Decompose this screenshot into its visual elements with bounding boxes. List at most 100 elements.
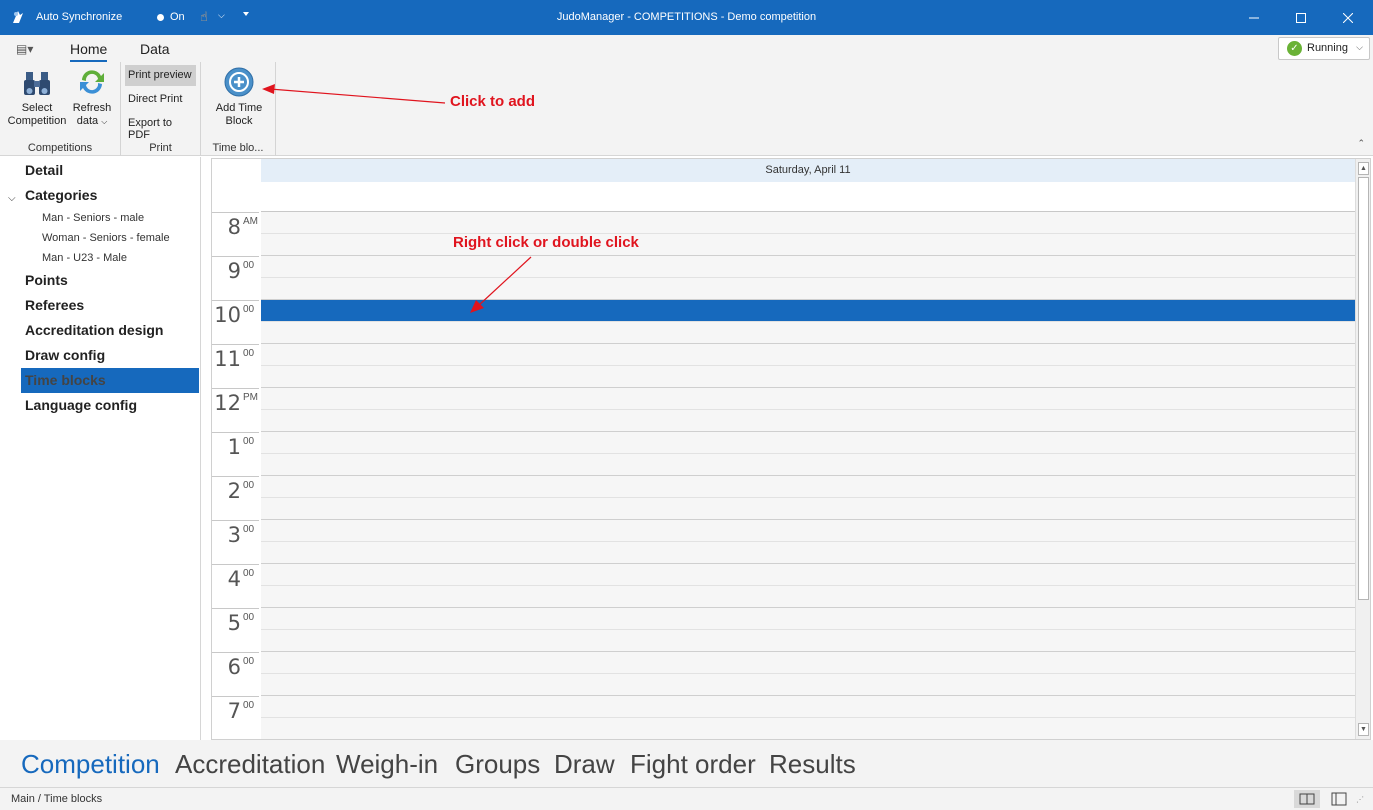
minimize-icon [1249, 17, 1259, 18]
selected-time-slot[interactable] [261, 300, 1355, 322]
scroll-up-icon[interactable]: ▲ [1358, 162, 1369, 175]
select-competition-label-2: Competition [7, 115, 67, 127]
add-time-block-button[interactable]: Add Time Block [211, 66, 267, 128]
nav-item-language-config[interactable]: Language config [21, 393, 199, 418]
nav-item-detail[interactable]: Detail [21, 158, 199, 183]
time-slot[interactable] [261, 432, 1355, 454]
nav-category-item[interactable]: Man - U23 - Male [42, 252, 127, 264]
time-slot[interactable] [261, 630, 1355, 652]
time-slot[interactable] [261, 652, 1355, 674]
hour-suffix: AM [243, 216, 258, 227]
maximize-button[interactable] [1278, 0, 1324, 35]
day-scheduler: Saturday, April 11 8 AM 9 00 10 00 11 00 12 PM 1 00… [211, 158, 1371, 740]
check-icon: ✓ [1287, 41, 1302, 56]
hour-number: 3 [227, 523, 241, 547]
hour-label: 9 00 [212, 256, 259, 300]
reading-view-button[interactable] [1294, 790, 1320, 808]
module-bar: Competition Accreditation Weigh-in Group… [0, 740, 1373, 787]
time-slot[interactable] [261, 476, 1355, 498]
select-competition-button[interactable]: Select Competition [6, 66, 68, 128]
tab-data[interactable]: Data [140, 41, 170, 57]
time-slot[interactable] [261, 608, 1355, 630]
running-status-button[interactable]: ✓ Running ⌵ [1278, 37, 1370, 60]
time-slot[interactable] [261, 234, 1355, 256]
nav-item-points[interactable]: Points [21, 268, 199, 293]
module-accreditation[interactable]: Accreditation [175, 749, 325, 780]
time-slot[interactable] [261, 674, 1355, 696]
nav-item-time-blocks[interactable]: Time blocks [21, 368, 199, 393]
time-slot[interactable] [261, 256, 1355, 278]
maximize-icon [1296, 12, 1306, 23]
export-to-pdf-button[interactable]: Export to PDF [125, 113, 196, 141]
hour-label: 1 00 [212, 432, 259, 476]
hour-label: 4 00 [212, 564, 259, 608]
minimize-button[interactable] [1231, 0, 1277, 35]
hour-number: 2 [227, 479, 241, 503]
time-slot[interactable] [261, 344, 1355, 366]
hour-suffix: 00 [243, 260, 255, 271]
vertical-scrollbar[interactable]: ▲ ▼ [1355, 159, 1370, 739]
hour-label: 8 AM [212, 212, 259, 256]
module-draw[interactable]: Draw [554, 749, 615, 780]
time-ruler: 8 AM 9 00 10 00 11 00 12 PM 1 00 2 00 3 00 4 00 5 00 6 00 7 00 [212, 212, 261, 739]
time-slot[interactable] [261, 586, 1355, 608]
app-menu-icon[interactable]: ▤▾ [16, 42, 33, 56]
refresh-data-label-2: data [76, 115, 99, 127]
time-slot[interactable] [261, 278, 1355, 300]
hour-label: 10 00 [212, 300, 259, 344]
right-click-annotation: Right click or double click [453, 234, 639, 251]
print-preview-button[interactable]: Print preview [125, 65, 196, 86]
time-slot[interactable] [261, 696, 1355, 718]
time-slot[interactable] [261, 498, 1355, 520]
direct-print-button[interactable]: Direct Print [125, 89, 196, 110]
scrollbar-thumb[interactable] [1358, 177, 1369, 600]
time-slot[interactable] [261, 542, 1355, 564]
close-button[interactable] [1325, 0, 1371, 35]
collapse-ribbon-icon[interactable]: ⌃ [1357, 138, 1365, 149]
ribbon: Select Competition Refresh data ⌵ Compet… [0, 62, 1373, 156]
nav-item-draw-config[interactable]: Draw config [21, 343, 199, 368]
scroll-down-icon[interactable]: ▼ [1358, 723, 1369, 736]
timeblocks-group-label: Time blo... [212, 142, 264, 154]
nav-category-item[interactable]: Woman - Seniors - female [42, 232, 170, 244]
hour-suffix: 00 [243, 480, 255, 491]
module-groups[interactable]: Groups [455, 749, 540, 780]
hour-suffix: 00 [243, 568, 255, 579]
nav-item-accreditation-design[interactable]: Accreditation design [21, 318, 199, 343]
refresh-data-button[interactable]: Refresh data ⌵ [66, 66, 118, 128]
time-slot[interactable] [261, 718, 1355, 739]
time-slot[interactable] [261, 410, 1355, 432]
chevron-down-icon[interactable]: ⌵ [8, 193, 16, 204]
module-fight-order[interactable]: Fight order [630, 749, 756, 780]
module-competition[interactable]: Competition [21, 749, 160, 780]
hour-suffix: 00 [243, 700, 255, 711]
nav-item-referees[interactable]: Referees [21, 293, 199, 318]
time-slot[interactable] [261, 322, 1355, 344]
time-slot[interactable] [261, 520, 1355, 542]
binoculars-icon [24, 72, 50, 95]
hour-number: 10 [214, 303, 241, 327]
tab-home[interactable]: Home [70, 41, 108, 63]
hour-number: 12 [214, 391, 241, 415]
nav-category-item[interactable]: Man - Seniors - male [42, 212, 144, 224]
hour-suffix: PM [243, 392, 258, 403]
all-day-area[interactable] [261, 182, 1355, 212]
click-to-add-annotation: Click to add [450, 93, 536, 110]
time-slot[interactable] [261, 454, 1355, 476]
status-bar: Main / Time blocks ⋰ [0, 787, 1373, 810]
resize-grip-icon[interactable]: ⋰ [1356, 795, 1364, 804]
time-slot[interactable] [261, 212, 1355, 234]
time-slot[interactable] [261, 366, 1355, 388]
close-icon [1343, 12, 1353, 23]
hour-label: 6 00 [212, 652, 259, 696]
module-weigh-in[interactable]: Weigh-in [336, 749, 438, 780]
normal-view-button[interactable] [1326, 790, 1352, 808]
hour-suffix: 00 [243, 656, 255, 667]
refresh-icon [80, 70, 104, 94]
time-slot[interactable] [261, 388, 1355, 410]
competitions-group-label: Competitions [27, 142, 93, 154]
hour-label: 5 00 [212, 608, 259, 652]
nav-item-categories[interactable]: Categories [21, 183, 199, 208]
module-results[interactable]: Results [769, 749, 856, 780]
time-slot[interactable] [261, 564, 1355, 586]
